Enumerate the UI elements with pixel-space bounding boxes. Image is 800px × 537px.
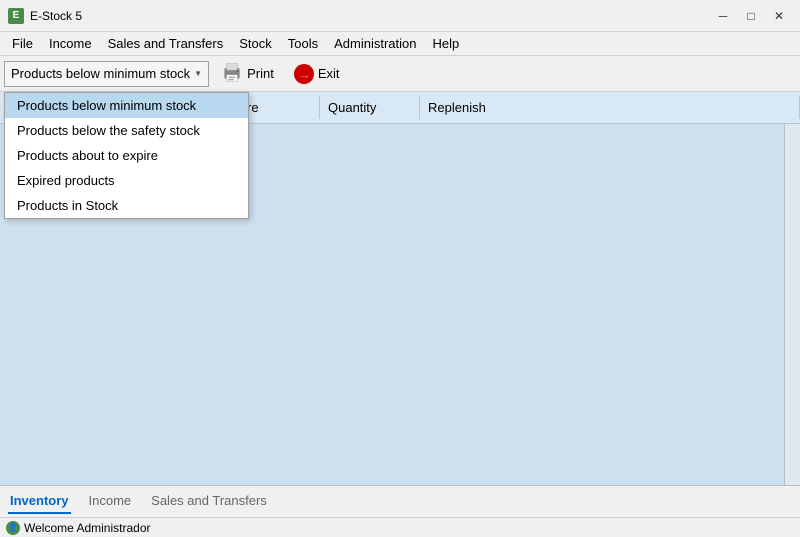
printer-icon	[221, 62, 243, 85]
tab-sales[interactable]: Sales and Transfers	[149, 489, 269, 514]
dropdown-item-2[interactable]: Products about to expire	[5, 143, 248, 168]
status-text: Welcome Administrador	[24, 521, 151, 535]
menu-stock[interactable]: Stock	[231, 32, 280, 55]
menu-help[interactable]: Help	[424, 32, 467, 55]
report-dropdown[interactable]: Products below minimum stock ▼	[4, 61, 209, 87]
menu-tools[interactable]: Tools	[280, 32, 326, 55]
dropdown-item-3[interactable]: Expired products	[5, 168, 248, 193]
menu-income[interactable]: Income	[41, 32, 100, 55]
dropdown-menu: Products below minimum stock Products be…	[4, 92, 249, 219]
tab-inventory[interactable]: Inventory	[8, 489, 71, 514]
title-bar: E E-Stock 5 ─ □ ✕	[0, 0, 800, 32]
dropdown-item-1[interactable]: Products below the safety stock	[5, 118, 248, 143]
close-button[interactable]: ✕	[766, 5, 792, 27]
dropdown-item-4[interactable]: Products in Stock	[5, 193, 248, 218]
menu-file[interactable]: File	[4, 32, 41, 55]
status-bar: 👤 Welcome Administrador	[0, 517, 800, 537]
dropdown-item-0[interactable]: Products below minimum stock	[5, 93, 248, 118]
bottom-tabs: Inventory Income Sales and Transfers	[0, 485, 800, 517]
dropdown-label: Products below minimum stock	[11, 66, 190, 81]
col-replenish: Replenish	[420, 96, 800, 119]
exit-button[interactable]: → Exit	[286, 60, 348, 88]
app-icon: E	[8, 8, 24, 24]
dropdown-arrow-icon: ▼	[194, 69, 202, 78]
col-quantity: Quantity	[320, 96, 420, 119]
app-title: E-Stock 5	[30, 9, 710, 23]
window-controls: ─ □ ✕	[710, 5, 792, 27]
maximize-button[interactable]: □	[738, 5, 764, 27]
exit-label: Exit	[318, 66, 340, 81]
menu-sales[interactable]: Sales and Transfers	[100, 32, 232, 55]
menu-administration[interactable]: Administration	[326, 32, 424, 55]
minimize-button[interactable]: ─	[710, 5, 736, 27]
exit-icon: →	[294, 64, 314, 84]
menu-bar: File Income Sales and Transfers Stock To…	[0, 32, 800, 56]
print-label: Print	[247, 66, 274, 81]
tab-income[interactable]: Income	[87, 489, 134, 514]
scrollbar-vertical[interactable]	[784, 92, 800, 485]
toolbar: Products below minimum stock ▼ Print → E…	[0, 56, 800, 92]
user-icon: 👤	[6, 521, 20, 535]
print-button[interactable]: Print	[213, 60, 282, 88]
